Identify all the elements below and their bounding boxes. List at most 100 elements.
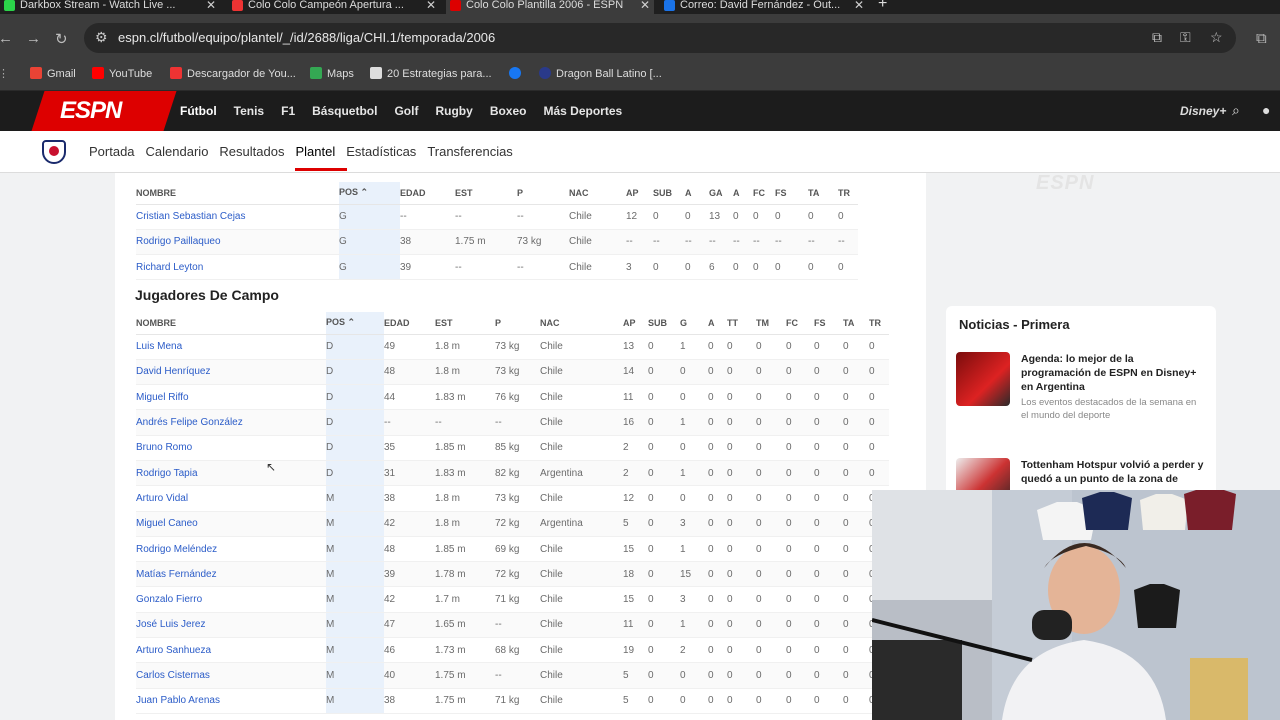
nav-mas-deportes[interactable]: Más Deportes <box>544 104 623 118</box>
column-header-ap[interactable]: AP <box>626 182 653 205</box>
player-name-link[interactable]: Andrés Felipe González <box>136 409 326 436</box>
player-name-link[interactable]: Bruno Romo <box>136 435 326 461</box>
player-name-link[interactable]: Arturo Sanhueza <box>136 637 326 664</box>
column-header-ap[interactable]: AP <box>623 312 648 335</box>
search-icon[interactable]: ⌕ <box>1232 102 1240 119</box>
player-name-link[interactable]: Richard Leyton <box>136 254 339 281</box>
player-name-link[interactable]: Rodrigo Tapia <box>136 460 326 487</box>
column-header-g[interactable]: G <box>680 312 708 335</box>
column-header-sub[interactable]: SUB <box>653 182 685 205</box>
column-header-ta[interactable]: TA <box>843 312 869 335</box>
player-name-link[interactable]: Miguel Caneo <box>136 511 326 537</box>
nav-rugby[interactable]: Rugby <box>435 104 472 118</box>
browser-tab[interactable]: Colo Colo Campeón Apertura ... ✕ <box>228 0 440 14</box>
subnav-resultados[interactable]: Resultados <box>219 144 284 159</box>
subnav-calendario[interactable]: Calendario <box>146 144 209 159</box>
news-item[interactable]: Agenda: lo mejor de la programación de E… <box>956 352 1206 421</box>
column-header-nombre[interactable]: NOMBRE <box>136 182 339 205</box>
player-name-link[interactable]: Luis Mena <box>136 334 326 360</box>
player-name-link[interactable]: Carlos Cisternas <box>136 662 326 689</box>
column-header-a[interactable]: A <box>708 312 727 335</box>
reload-icon[interactable]: ↻ <box>55 30 68 48</box>
nav-golf[interactable]: Golf <box>394 104 418 118</box>
back-icon[interactable]: ← <box>0 30 13 47</box>
espn-logo[interactable]: ESPN <box>31 91 177 131</box>
password-icon[interactable]: ⚿ <box>1180 29 1191 46</box>
column-header-ta[interactable]: TA <box>808 182 838 205</box>
install-icon[interactable]: ⧉ <box>1152 29 1162 46</box>
new-tab-icon[interactable]: + <box>878 0 887 13</box>
subnav-estadisticas[interactable]: Estadísticas <box>346 144 416 159</box>
column-header-edad[interactable]: EDAD <box>400 182 455 205</box>
close-tab-icon[interactable]: ✕ <box>426 0 436 14</box>
cell-tt: 0 <box>727 384 756 411</box>
page-icon <box>370 67 382 79</box>
player-name-link[interactable]: Cristian Sebastian Cejas <box>136 204 339 230</box>
disney-plus-icon[interactable]: Disney+ <box>1180 104 1226 118</box>
column-header-tr[interactable]: TR <box>869 312 889 335</box>
column-header-pos[interactable]: POS ⌃ <box>326 312 384 335</box>
column-header-tr[interactable]: TR <box>838 182 858 205</box>
player-name-link[interactable]: David Henríquez <box>136 359 326 386</box>
nav-futbol[interactable]: Fútbol <box>180 104 217 118</box>
close-tab-icon[interactable]: ✕ <box>640 0 650 14</box>
nav-f1[interactable]: F1 <box>281 104 295 118</box>
bookmark-star-icon[interactable]: ☆ <box>1210 29 1223 46</box>
column-header-est[interactable]: EST <box>455 182 517 205</box>
cell-ta: 0 <box>843 334 869 360</box>
cell-ta: 0 <box>843 662 869 689</box>
column-header-fs[interactable]: FS <box>775 182 808 205</box>
profile-icon[interactable]: ● <box>1262 102 1270 118</box>
column-header-nac[interactable]: NAC <box>540 312 623 335</box>
address-bar[interactable]: ⚙ espn.cl/futbol/equipo/plantel/_/id/268… <box>84 23 1236 53</box>
column-header-est[interactable]: EST <box>435 312 495 335</box>
close-tab-icon[interactable]: ✕ <box>206 0 216 14</box>
club-badge-icon[interactable] <box>42 140 66 164</box>
browser-tab[interactable]: Correo: David Fernández - Out... ✕ <box>660 0 868 14</box>
bookmark-youtube[interactable]: YouTube <box>92 67 152 80</box>
player-name-link[interactable]: Rodrigo Meléndez <box>136 536 326 563</box>
table-row: Arturo Vidal M 38 1.8 m 73 kg Chile 12 0 0 0 0 0 0 0 0… <box>136 485 889 512</box>
column-header-nombre[interactable]: NOMBRE <box>136 312 326 335</box>
column-header-fc[interactable]: FC <box>753 182 775 205</box>
bookmark-maps[interactable]: Maps <box>310 67 354 80</box>
nav-tenis[interactable]: Tenis <box>234 104 264 118</box>
column-header-pos[interactable]: POS ⌃ <box>339 182 400 205</box>
player-name-link[interactable]: José Luis Jerez <box>136 612 326 639</box>
subnav-plantel[interactable]: Plantel <box>295 144 335 159</box>
extensions-icon[interactable]: ⧉ <box>1256 30 1267 47</box>
column-header-tt[interactable]: TT <box>727 312 756 335</box>
column-header-a[interactable]: A <box>685 182 709 205</box>
column-header-fc[interactable]: FC <box>786 312 814 335</box>
site-info-icon[interactable]: ⚙ <box>95 29 108 46</box>
browser-tab-active[interactable]: Colo Colo Plantilla 2006 - ESPN ✕ <box>446 0 654 14</box>
nav-boxeo[interactable]: Boxeo <box>490 104 527 118</box>
close-tab-icon[interactable]: ✕ <box>854 0 864 14</box>
bookmark-dragonball[interactable]: Dragon Ball Latino [... <box>539 67 662 80</box>
column-header-ga[interactable]: GA <box>709 182 733 205</box>
bookmark-gmail[interactable]: Gmail <box>30 67 76 80</box>
column-header-fs[interactable]: FS <box>814 312 843 335</box>
subnav-portada[interactable]: Portada <box>89 144 135 159</box>
player-name-link[interactable]: Gonzalo Fierro <box>136 586 326 613</box>
player-name-link[interactable]: Juan Pablo Arenas <box>136 688 326 714</box>
column-header-tm[interactable]: TM <box>756 312 786 335</box>
column-header-sub[interactable]: SUB <box>648 312 680 335</box>
column-header-p[interactable]: P <box>495 312 540 335</box>
column-header-nac[interactable]: NAC <box>569 182 626 205</box>
player-name-link[interactable]: Matías Fernández <box>136 561 326 588</box>
bookmark-facebook[interactable] <box>509 67 526 80</box>
browser-tab[interactable]: Darkbox Stream - Watch Live ... ✕ <box>0 0 220 14</box>
forward-icon[interactable]: → <box>26 30 41 47</box>
apps-icon[interactable]: ⋮ <box>0 67 9 80</box>
player-name-link[interactable]: Rodrigo Paillaqueo <box>136 229 339 256</box>
player-name-link[interactable]: Miguel Riffo <box>136 384 326 411</box>
column-header-p[interactable]: P <box>517 182 569 205</box>
column-header-edad[interactable]: EDAD <box>384 312 435 335</box>
column-header-a[interactable]: A <box>733 182 753 205</box>
bookmark-downloader[interactable]: Descargador de You... <box>170 67 296 80</box>
nav-basquetbol[interactable]: Básquetbol <box>312 104 377 118</box>
bookmark-estrategias[interactable]: 20 Estrategias para... <box>370 67 492 80</box>
subnav-transferencias[interactable]: Transferencias <box>427 144 513 159</box>
player-name-link[interactable]: Arturo Vidal <box>136 485 326 512</box>
